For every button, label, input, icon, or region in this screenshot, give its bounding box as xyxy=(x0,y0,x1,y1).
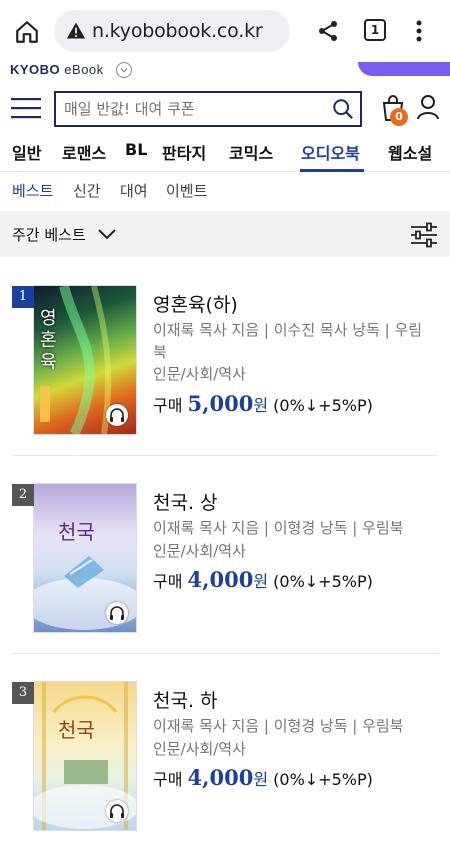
tab-switcher-button[interactable]: 1 xyxy=(364,19,386,41)
book-cover[interactable]: 천국 xyxy=(34,682,136,830)
subtab-new[interactable]: 신간 xyxy=(73,180,101,201)
book-author-info: 이재록 목사 지음 | 이형경 낭독 | 우림북 xyxy=(153,519,404,537)
rank-badge: 2 xyxy=(12,484,34,506)
price-value: 5,000 xyxy=(187,391,254,416)
book-title[interactable]: 천국. 상 xyxy=(153,488,218,515)
price-discount: (0%↓+5%P) xyxy=(273,770,373,789)
chevron-down-icon[interactable] xyxy=(116,62,132,78)
tab-fantasy[interactable]: 판타지 xyxy=(162,140,206,164)
price-label: 구매 xyxy=(153,572,183,591)
search-box xyxy=(54,91,362,127)
cover-title: 천국 xyxy=(58,520,95,544)
site-header: KYOBO eBook xyxy=(0,62,450,82)
filter-bar: 주간 베스트 xyxy=(0,211,450,257)
hamburger-menu-icon[interactable] xyxy=(11,96,41,120)
book-cover[interactable]: 천국 xyxy=(34,484,136,632)
period-dropdown[interactable]: 주간 베스트 xyxy=(12,224,86,245)
price-value: 4,000 xyxy=(187,567,254,592)
address-bar[interactable]: n.kyobobook.co.kr xyxy=(54,10,290,52)
tab-web-novel[interactable]: 웹소설 xyxy=(388,140,432,164)
tab-comics[interactable]: 코믹스 xyxy=(229,140,273,164)
divider xyxy=(12,455,438,456)
book-title[interactable]: 천국. 하 xyxy=(153,686,218,713)
price-unit: 원 xyxy=(253,770,269,789)
home-icon[interactable] xyxy=(14,19,40,45)
book-category: 인문/사회/역사 xyxy=(153,542,246,560)
cover-title: 영혼육 xyxy=(40,308,57,373)
price-discount: (0%↓+5%P) xyxy=(273,396,373,415)
book-price: 구매 4,000원 (0%↓+5%P) xyxy=(153,567,373,592)
book-price: 구매 5,000원 (0%↓+5%P) xyxy=(153,391,373,416)
subtab-rental[interactable]: 대여 xyxy=(120,180,148,201)
cover-title: 천국 xyxy=(58,718,95,742)
headphones-icon xyxy=(106,800,128,822)
rank-badge: 3 xyxy=(12,682,34,704)
book-category: 인문/사회/역사 xyxy=(153,740,246,758)
book-price: 구매 4,000원 (0%↓+5%P) xyxy=(153,765,373,790)
filter-settings-icon[interactable] xyxy=(410,221,438,249)
book-author-info: 이재록 목사 지음 | 이형경 낭독 | 우림북 xyxy=(153,717,404,735)
search-input[interactable] xyxy=(64,93,324,125)
promo-banner[interactable] xyxy=(358,62,450,76)
price-value: 4,000 xyxy=(187,765,254,790)
url-text: n.kyobobook.co.kr xyxy=(92,20,263,42)
user-icon[interactable] xyxy=(416,94,440,120)
book-title[interactable]: 영혼육(하) xyxy=(153,290,238,317)
divider xyxy=(12,653,438,654)
search-icon[interactable] xyxy=(332,98,354,120)
warning-icon xyxy=(66,22,86,39)
price-discount: (0%↓+5%P) xyxy=(273,572,373,591)
tab-romance[interactable]: 로맨스 xyxy=(62,140,106,164)
tab-bl[interactable]: BL xyxy=(125,140,147,159)
cart-count-badge: 0 xyxy=(390,108,408,126)
rank-badge: 1 xyxy=(12,286,34,308)
price-unit: 원 xyxy=(253,572,269,591)
price-unit: 원 xyxy=(253,396,269,415)
kyobo-ebook-logo[interactable]: KYOBO eBook xyxy=(10,62,104,77)
headphones-icon xyxy=(106,404,128,426)
browser-toolbar: n.kyobobook.co.kr 1 xyxy=(0,0,450,62)
book-category: 인문/사회/역사 xyxy=(153,365,246,383)
tab-audiobook[interactable]: 오디오북 xyxy=(301,140,360,164)
more-menu-icon[interactable] xyxy=(414,19,424,43)
tab-general[interactable]: 일반 xyxy=(12,140,41,164)
book-cover[interactable]: 영혼육 xyxy=(34,286,136,434)
price-label: 구매 xyxy=(153,396,183,415)
headphones-icon xyxy=(106,602,128,624)
book-author-info: 이재록 목사 지음 | 이수진 목사 낭독 | 우림북 xyxy=(153,321,423,361)
price-label: 구매 xyxy=(153,770,183,789)
subtab-event[interactable]: 이벤트 xyxy=(166,180,207,201)
category-tabs: 일반 로맨스 BL 판타지 코믹스 오디오북 웹소설 xyxy=(0,134,450,172)
chevron-down-icon[interactable] xyxy=(98,227,116,241)
search-row: 0 xyxy=(0,88,450,130)
sub-tabs: 베스트 신간 대여 이벤트 xyxy=(0,172,450,210)
share-icon[interactable] xyxy=(316,19,340,43)
subtab-best[interactable]: 베스트 xyxy=(12,180,53,201)
